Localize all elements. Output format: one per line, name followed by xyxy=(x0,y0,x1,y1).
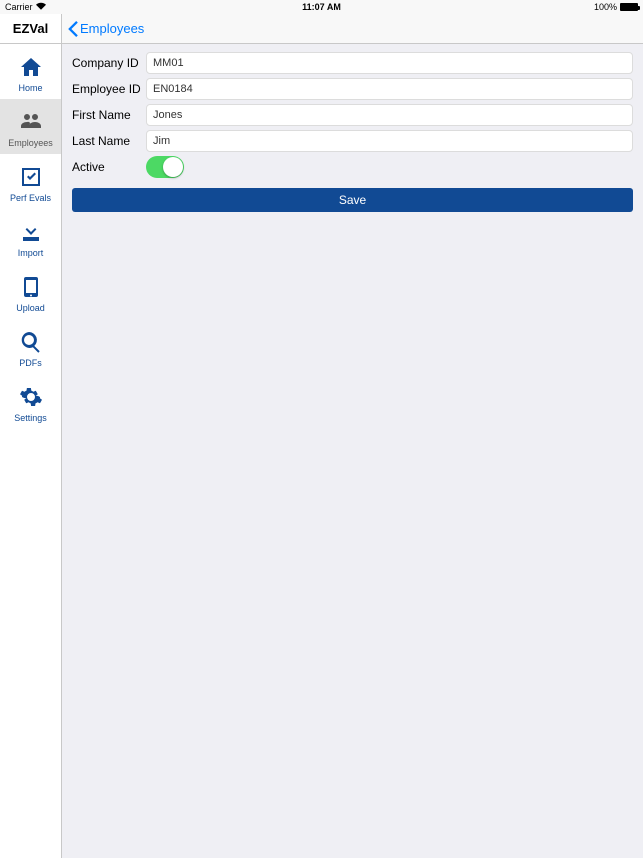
employee-id-label: Employee ID xyxy=(72,82,146,96)
active-toggle[interactable] xyxy=(146,156,184,178)
chevron-left-icon xyxy=(68,21,78,37)
company-id-input[interactable] xyxy=(146,52,633,74)
row-last-name: Last Name xyxy=(72,130,633,152)
save-button[interactable]: Save xyxy=(72,188,633,212)
app-title: EZVal xyxy=(0,14,61,44)
sidebar-item-label: Employees xyxy=(8,138,53,148)
toggle-knob xyxy=(163,157,183,177)
sidebar-item-pdfs[interactable]: PDFs xyxy=(0,319,61,374)
sidebar-item-label: Import xyxy=(18,248,44,258)
company-id-label: Company ID xyxy=(72,56,146,70)
sidebar-item-employees[interactable]: Employees xyxy=(0,99,61,154)
sidebar-item-settings[interactable]: Settings xyxy=(0,374,61,429)
row-active: Active xyxy=(72,156,633,178)
sidebar: EZVal Home Employees Perf Evals Import xyxy=(0,14,62,858)
row-first-name: First Name xyxy=(72,104,633,126)
clock-text: 11:07 AM xyxy=(302,2,341,12)
first-name-input[interactable] xyxy=(146,104,633,126)
people-icon xyxy=(18,109,44,135)
sidebar-item-home[interactable]: Home xyxy=(0,44,61,99)
checklist-icon xyxy=(18,164,44,190)
home-icon xyxy=(18,54,44,80)
phone-icon xyxy=(18,274,44,300)
battery-icon xyxy=(620,3,638,11)
sidebar-item-label: Upload xyxy=(16,303,45,313)
active-label: Active xyxy=(72,160,146,174)
search-icon xyxy=(18,329,44,355)
gear-icon xyxy=(18,384,44,410)
sidebar-item-label: PDFs xyxy=(19,358,42,368)
last-name-input[interactable] xyxy=(146,130,633,152)
row-company-id: Company ID xyxy=(72,52,633,74)
download-icon xyxy=(18,219,44,245)
battery-pct: 100% xyxy=(594,2,617,12)
back-label: Employees xyxy=(80,21,144,36)
sidebar-item-label: Home xyxy=(18,83,42,93)
row-employee-id: Employee ID xyxy=(72,78,633,100)
main-content: Employees Company ID Employee ID First N… xyxy=(62,14,643,858)
sidebar-item-label: Perf Evals xyxy=(10,193,51,203)
last-name-label: Last Name xyxy=(72,134,146,148)
employee-form: Company ID Employee ID First Name Last N… xyxy=(62,44,643,220)
sidebar-item-perf-evals[interactable]: Perf Evals xyxy=(0,154,61,209)
carrier-text: Carrier xyxy=(5,2,33,12)
wifi-icon xyxy=(36,2,46,12)
nav-bar: Employees xyxy=(62,14,643,44)
back-button[interactable]: Employees xyxy=(68,21,144,37)
sidebar-item-label: Settings xyxy=(14,413,47,423)
first-name-label: First Name xyxy=(72,108,146,122)
sidebar-item-upload[interactable]: Upload xyxy=(0,264,61,319)
sidebar-item-import[interactable]: Import xyxy=(0,209,61,264)
status-bar: Carrier 11:07 AM 100% xyxy=(0,0,643,14)
employee-id-input[interactable] xyxy=(146,78,633,100)
